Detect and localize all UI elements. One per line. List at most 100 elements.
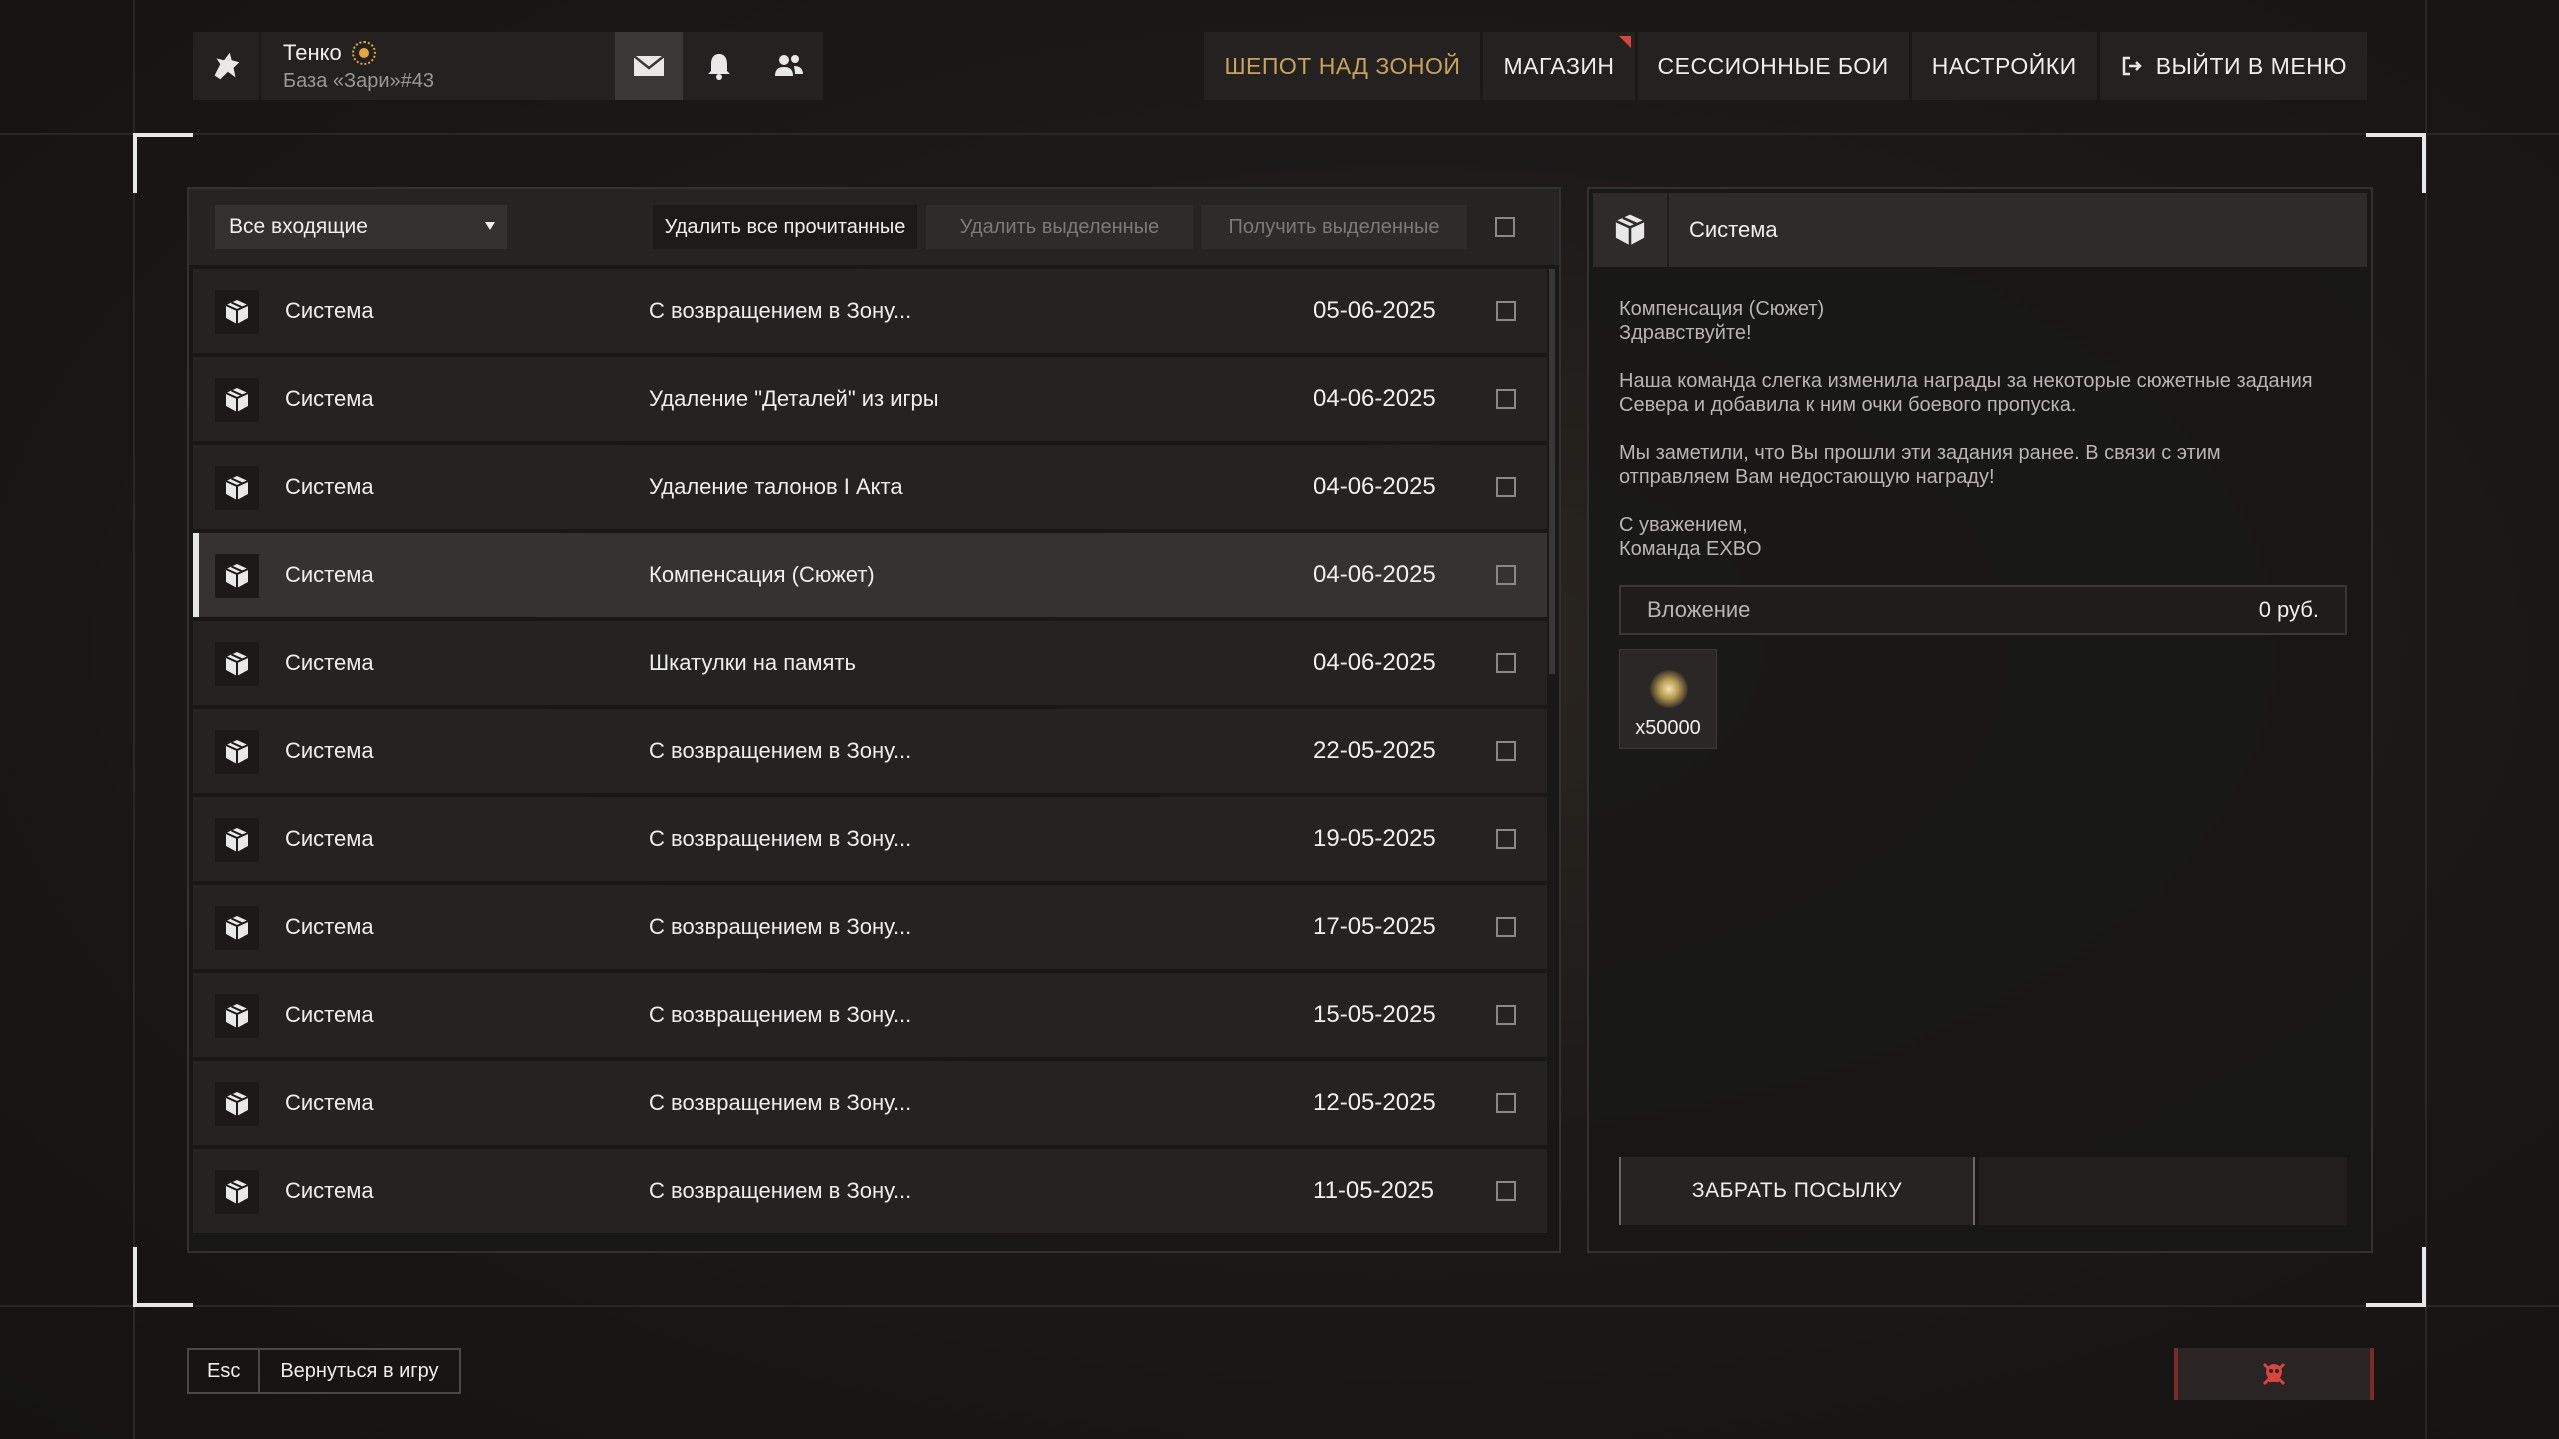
message-subject: Удаление "Деталей" из игры [649,386,939,411]
attachment-amount: 0 руб. [2258,597,2319,622]
message-row[interactable]: Система Шкатулки на память 04-06-2025 [193,621,1547,705]
message-sender: Система [285,914,374,939]
message-date: 05-06-2025 [1313,297,1436,324]
faction-emblem-icon [214,52,240,80]
nav-shop[interactable]: МАГАЗИН [1483,32,1635,100]
claim-bar-filler [1979,1157,2347,1225]
frame-line-top [0,133,2559,135]
notifications-button[interactable] [685,32,753,100]
system-box-icon [215,466,259,510]
message-subject: Компенсация (Сюжет) [649,562,875,587]
avatar[interactable] [193,32,261,100]
frame-line-bottom [0,1305,2559,1307]
nav-exit-menu-label: ВЫЙТИ В МЕНЮ [2155,52,2347,79]
message-sender: Система [285,650,374,675]
mail-icon [633,55,665,76]
message-row[interactable]: Система Удаление "Деталей" из игры 04-06… [193,357,1547,441]
message-checkbox[interactable] [1496,477,1516,497]
message-date: 12-05-2025 [1313,1089,1436,1116]
message-date: 19-05-2025 [1313,825,1436,852]
message-checkbox[interactable] [1496,389,1516,409]
detail-sign-1: С уважением, [1619,514,1748,536]
message-row[interactable]: Система С возвращением в Зону... 19-05-2… [193,797,1547,881]
message-subject: С возвращением в Зону... [649,1090,912,1115]
detail-paragraph-1: Наша команда слегка изменила награды за … [1619,370,2313,416]
frame-corner-bl [133,1247,193,1307]
message-date: 11-05-2025 [1313,1177,1434,1204]
return-to-game-label: Вернуться в игру [280,1359,439,1382]
message-checkbox[interactable] [1496,653,1516,673]
message-sender: Система [285,562,374,587]
message-date: 04-06-2025 [1313,649,1436,676]
message-list-scrollbar[interactable] [1549,269,1555,674]
message-row[interactable]: Система С возвращением в Зону... 22-05-2… [193,709,1547,793]
message-subject: С возвращением в Зону... [649,914,912,939]
message-sender: Система [285,298,374,323]
claim-parcel-button[interactable]: ЗАБРАТЬ ПОСЫЛКУ [1619,1157,1975,1225]
message-sender: Система [285,386,374,411]
message-row-selected[interactable]: Система Компенсация (Сюжет) 04-06-2025 [193,533,1547,617]
delete-read-button[interactable]: Удалить все прочитанные [653,205,917,249]
system-box-icon [215,1170,259,1214]
message-date: 04-06-2025 [1313,561,1436,588]
message-checkbox[interactable] [1496,301,1516,321]
friends-button[interactable] [755,32,823,100]
message-sender: Система [285,1178,374,1203]
message-sender: Система [285,1002,374,1027]
nav-whisper-zone[interactable]: ШЕПОТ НАД ЗОНОЙ [1204,32,1481,100]
message-row[interactable]: Система С возвращением в Зону... 15-05-2… [193,973,1547,1057]
attachment-item[interactable]: x50000 [1619,649,1717,749]
inbox-filter-select[interactable]: Все входящие [215,205,507,249]
frame-line-left [133,0,135,1439]
inbox-panel: Все входящие Удалить все прочитанные Уда… [187,187,1561,1253]
message-subject: Шкатулки на память [649,650,856,675]
message-sender: Система [285,1090,374,1115]
bell-icon [708,54,730,80]
message-body: Компенсация (Сюжет) Здравствуйте! Наша к… [1619,297,2319,585]
message-date: 15-05-2025 [1313,1001,1436,1028]
message-row[interactable]: Система С возвращением в Зону... 12-05-2… [193,1061,1547,1145]
message-checkbox[interactable] [1496,917,1516,937]
message-subject: Удаление талонов I Акта [649,474,903,499]
system-box-icon [1593,193,1669,267]
message-date: 17-05-2025 [1313,913,1436,940]
receive-selected-button[interactable]: Получить выделенные [1201,205,1467,249]
message-subject: С возвращением в Зону... [649,738,912,763]
report-button[interactable] [2174,1348,2374,1400]
mail-button[interactable] [615,32,683,100]
player-name: Тенко [283,39,342,65]
delete-selected-button[interactable]: Удалить выделенные [926,205,1193,249]
nav-exit-menu[interactable]: ВЫЙТИ В МЕНЮ [2099,32,2367,100]
message-subject: С возвращением в Зону... [649,298,912,323]
message-row[interactable]: Система С возвращением в Зону... 05-06-2… [193,269,1547,353]
skull-icon [2262,1362,2286,1386]
exit-icon [2122,56,2142,76]
friends-icon [775,55,803,76]
message-sender: Система [285,826,374,851]
message-checkbox[interactable] [1496,829,1516,849]
message-checkbox[interactable] [1496,565,1516,585]
message-row[interactable]: Система С возвращением в Зону... 17-05-2… [193,885,1547,969]
message-row[interactable]: Система Удаление талонов I Акта 04-06-20… [193,445,1547,529]
nav-settings[interactable]: НАСТРОЙКИ [1911,32,2097,100]
message-row[interactable]: Система С возвращением в Зону... 11-05-2… [193,1149,1547,1233]
inbox-filter-value: Все входящие [229,215,368,238]
detail-title: Компенсация (Сюжет) [1619,298,1825,320]
message-checkbox[interactable] [1496,1005,1516,1025]
message-checkbox[interactable] [1496,741,1516,761]
rank-badge-icon [351,40,376,65]
select-all-checkbox[interactable] [1495,217,1515,237]
system-box-icon [215,290,259,334]
attachment-bar: Вложение 0 руб. [1619,585,2347,635]
message-sender: Система [285,474,374,499]
message-date: 04-06-2025 [1313,473,1436,500]
system-box-icon [215,818,259,862]
detail-paragraph-2: Мы заметили, что Вы прошли эти задания р… [1619,442,2221,488]
return-to-game-button[interactable]: Esc Вернуться в игру [187,1348,461,1394]
message-list: Система С возвращением в Зону... 05-06-2… [193,269,1547,1237]
system-box-icon [215,1082,259,1126]
message-checkbox[interactable] [1496,1093,1516,1113]
nav-session-battles[interactable]: СЕССИОННЫЕ БОИ [1637,32,1909,100]
frame-line-right [2425,0,2427,1439]
message-checkbox[interactable] [1496,1181,1516,1201]
